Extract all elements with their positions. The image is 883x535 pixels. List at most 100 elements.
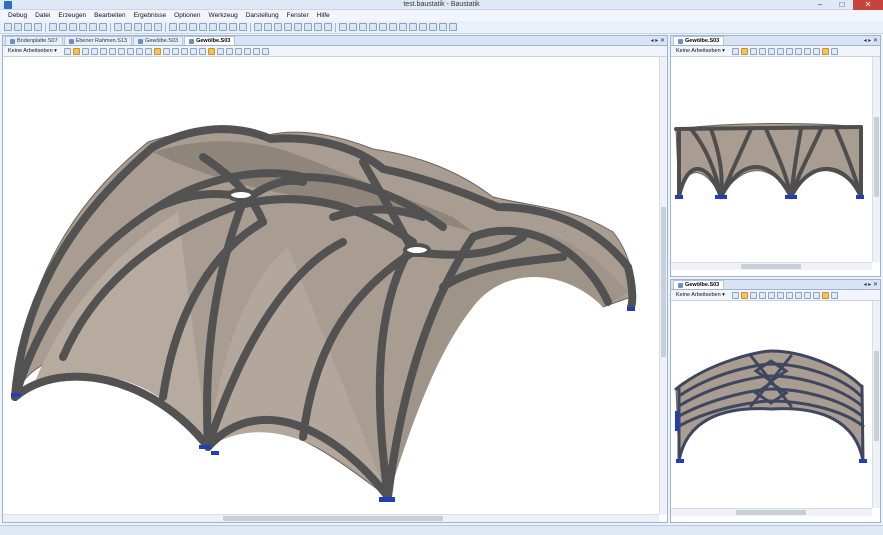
back-icon[interactable] — [803, 47, 811, 55]
moment-icon[interactable] — [284, 23, 292, 31]
material-icon[interactable] — [239, 23, 247, 31]
side-3d-viewport[interactable] — [671, 57, 872, 262]
lock-icon[interactable] — [153, 47, 161, 55]
zoom-in-icon[interactable] — [81, 47, 89, 55]
support-icon[interactable] — [209, 23, 217, 31]
open-icon[interactable] — [14, 23, 22, 31]
vertical-scrollbar[interactable] — [872, 301, 880, 508]
reaction-icon[interactable] — [324, 23, 332, 31]
load-icon[interactable] — [219, 23, 227, 31]
maximize-button[interactable]: □ — [831, 0, 853, 10]
pan-icon[interactable] — [740, 47, 748, 55]
move-icon[interactable] — [99, 47, 107, 55]
grid-icon[interactable] — [180, 47, 188, 55]
rotate-icon[interactable] — [794, 291, 802, 299]
workplane-select[interactable]: Keine Arbeitseben ▾ — [5, 48, 60, 54]
tab-controls[interactable]: ◂ ▸ ✕ — [864, 36, 878, 46]
pointer-icon[interactable] — [731, 47, 739, 55]
move-icon[interactable] — [767, 291, 775, 299]
close-button[interactable]: ✕ — [853, 0, 883, 10]
view-icon[interactable] — [216, 47, 224, 55]
view-icon[interactable] — [189, 47, 197, 55]
calc-icon[interactable] — [254, 23, 262, 31]
undo-icon[interactable] — [114, 23, 122, 31]
tool-icon[interactable] — [389, 23, 397, 31]
result-icon[interactable] — [264, 23, 272, 31]
zoom-all-icon[interactable] — [785, 47, 793, 55]
view-icon[interactable] — [243, 47, 251, 55]
view-icon[interactable] — [171, 47, 179, 55]
cut-icon[interactable] — [49, 23, 57, 31]
view-icon[interactable] — [830, 47, 838, 55]
tool-icon[interactable] — [379, 23, 387, 31]
zoom-out-icon[interactable] — [758, 291, 766, 299]
tab-gewoelbe[interactable]: Gewölbe.S03 — [133, 36, 184, 45]
tab-ebener-rahmen[interactable]: Ebener Rahmen.S13 — [63, 36, 133, 45]
refresh-icon[interactable] — [134, 23, 142, 31]
copy-icon[interactable] — [59, 23, 67, 31]
tool-icon[interactable] — [339, 23, 347, 31]
view-icon[interactable] — [830, 291, 838, 299]
workplane-select[interactable]: Keine Arbeitseben ▾ — [673, 292, 728, 298]
lock-icon[interactable] — [821, 291, 829, 299]
minimize-button[interactable]: – — [809, 0, 831, 10]
zoom-all-icon[interactable] — [785, 291, 793, 299]
vertical-scrollbar[interactable] — [872, 57, 880, 262]
tab-controls[interactable]: ◂ ▸ ✕ — [864, 280, 878, 290]
main-3d-viewport[interactable] — [3, 57, 659, 514]
menu-optionen[interactable]: Optionen — [170, 12, 204, 19]
menu-werkzeug[interactable]: Werkzeug — [205, 12, 242, 19]
tool-icon[interactable] — [449, 23, 457, 31]
menu-hilfe[interactable]: Hilfe — [313, 12, 334, 19]
table-icon[interactable] — [169, 23, 177, 31]
shear-icon[interactable] — [294, 23, 302, 31]
help-icon[interactable] — [154, 23, 162, 31]
pan-icon[interactable] — [740, 291, 748, 299]
rotate-icon[interactable] — [126, 47, 134, 55]
menu-erzeugen[interactable]: Erzeugen — [54, 12, 90, 19]
scroll-thumb[interactable] — [736, 510, 806, 515]
rotate-icon[interactable] — [794, 47, 802, 55]
pointer-icon[interactable] — [731, 291, 739, 299]
zoom-window-icon[interactable] — [108, 47, 116, 55]
forward-icon[interactable] — [144, 47, 152, 55]
scroll-thumb[interactable] — [661, 207, 666, 357]
pan-icon[interactable] — [72, 47, 80, 55]
tab-controls[interactable]: ◂ ▸ ✕ — [651, 36, 665, 46]
horizontal-scrollbar[interactable] — [671, 262, 872, 270]
view-icon[interactable] — [252, 47, 260, 55]
tool-icon[interactable] — [359, 23, 367, 31]
deformation-icon[interactable] — [314, 23, 322, 31]
print-icon[interactable] — [79, 23, 87, 31]
normal-force-icon[interactable] — [304, 23, 312, 31]
diagram-icon[interactable] — [274, 23, 282, 31]
zoom-in-icon[interactable] — [749, 291, 757, 299]
horizontal-scrollbar[interactable] — [3, 514, 659, 522]
tool-icon[interactable] — [399, 23, 407, 31]
tab-gewoelbe-active[interactable]: Gewölbe.S03 — [184, 36, 236, 45]
zoom-out-icon[interactable] — [758, 47, 766, 55]
lock-icon[interactable] — [821, 47, 829, 55]
new-file-icon[interactable] — [4, 23, 12, 31]
tool-icon[interactable] — [429, 23, 437, 31]
view-icon[interactable] — [234, 47, 242, 55]
zoom-out-icon[interactable] — [90, 47, 98, 55]
workplane-select[interactable]: Keine Arbeitseben ▾ — [673, 48, 728, 54]
paste-icon[interactable] — [69, 23, 77, 31]
view-icon[interactable] — [198, 47, 206, 55]
menu-datei[interactable]: Datei — [31, 12, 54, 19]
zoom-all-icon[interactable] — [117, 47, 125, 55]
tab-gewoelbe-front[interactable]: Gewölbe.S03 — [673, 280, 725, 289]
scroll-thumb[interactable] — [223, 516, 443, 521]
vertical-scrollbar[interactable] — [659, 57, 667, 514]
menu-ergebnisse[interactable]: Ergebnisse — [130, 12, 171, 19]
scroll-thumb[interactable] — [741, 264, 801, 269]
zoom-window-icon[interactable] — [776, 47, 784, 55]
tool-icon[interactable] — [419, 23, 427, 31]
export-icon[interactable] — [99, 23, 107, 31]
tool-icon[interactable] — [369, 23, 377, 31]
scroll-thumb[interactable] — [874, 117, 879, 197]
forward-icon[interactable] — [812, 291, 820, 299]
move-icon[interactable] — [767, 47, 775, 55]
scroll-thumb[interactable] — [874, 351, 879, 441]
